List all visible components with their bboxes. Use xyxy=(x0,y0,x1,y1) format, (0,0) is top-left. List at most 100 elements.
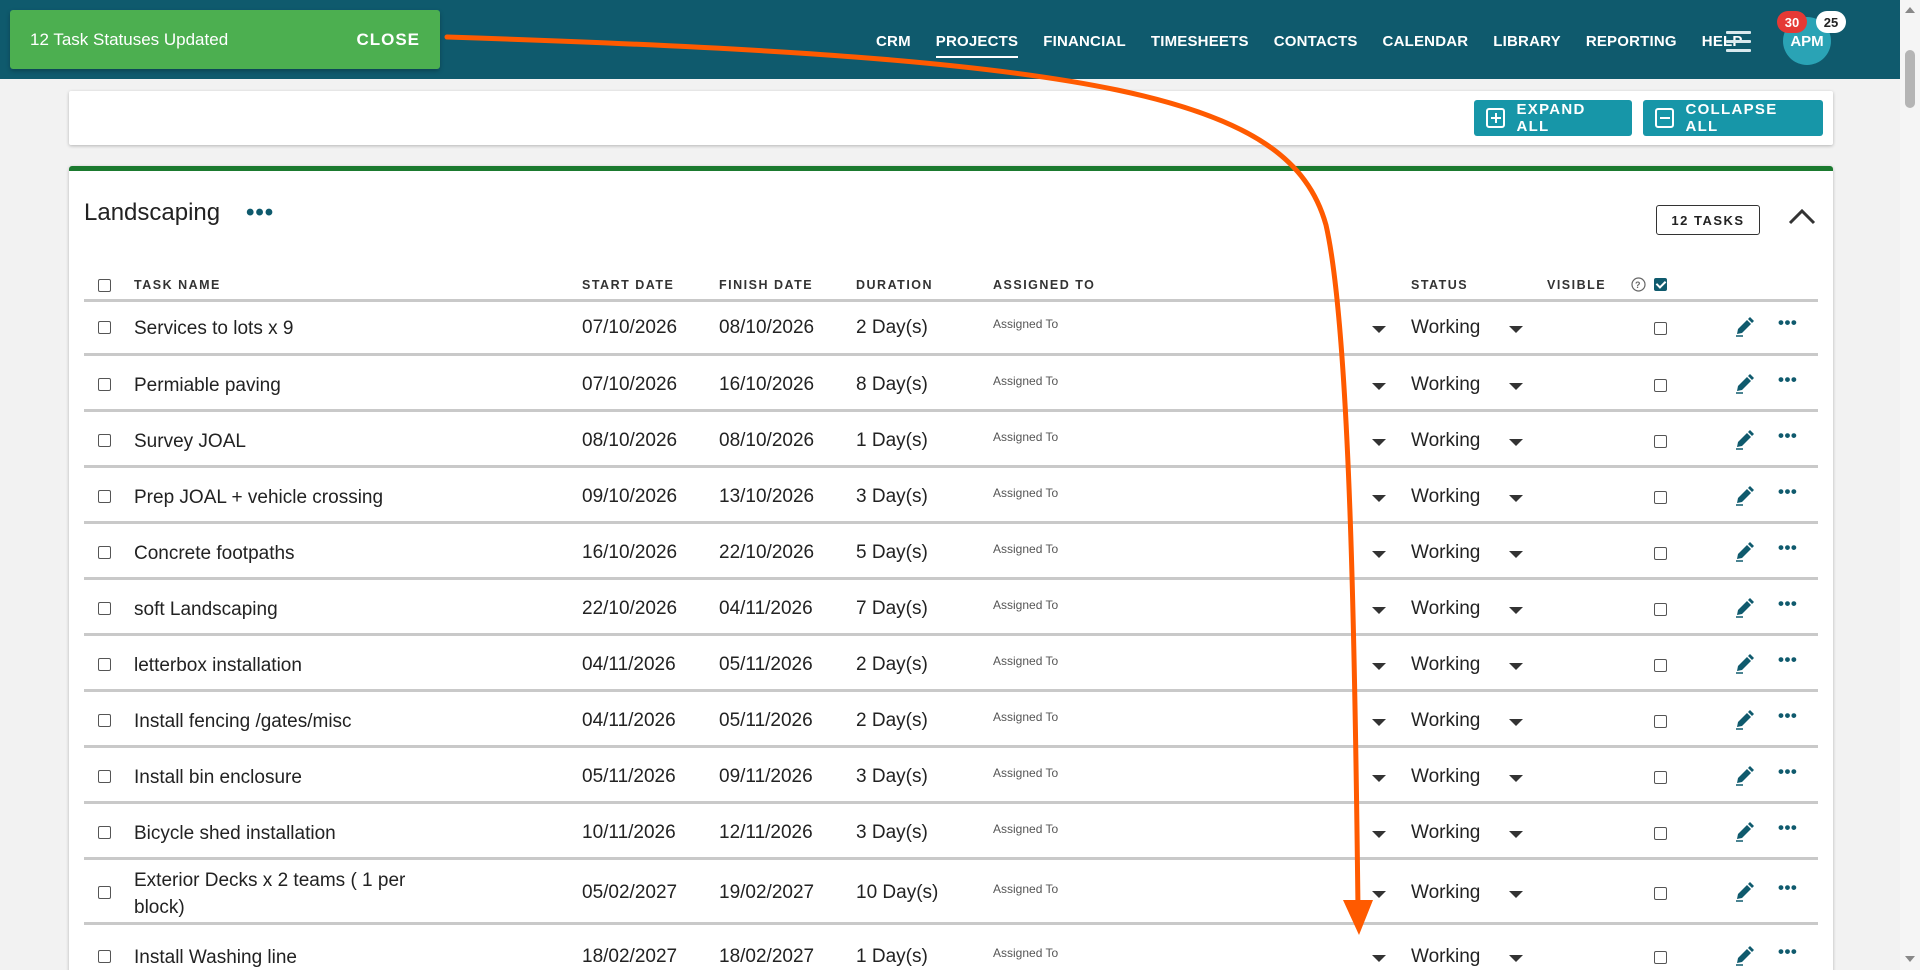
assigned-dropdown-caret-icon[interactable] xyxy=(1372,383,1386,390)
edit-pencil-icon[interactable] xyxy=(1734,822,1754,842)
task-assigned-to[interactable]: Assigned To xyxy=(993,598,1058,612)
task-name[interactable]: Exterior Decks x 2 teams ( 1 per block) xyxy=(134,867,414,921)
toast-close-button[interactable]: CLOSE xyxy=(356,30,420,50)
visible-checkbox[interactable] xyxy=(1654,771,1667,784)
page-scrollbar[interactable] xyxy=(1900,0,1920,970)
nav-item-contacts[interactable]: CONTACTS xyxy=(1274,33,1358,58)
task-name[interactable]: Install bin enclosure xyxy=(134,764,414,791)
scroll-up-arrow-icon[interactable] xyxy=(1905,7,1915,13)
task-assigned-to[interactable]: Assigned To xyxy=(993,374,1058,388)
edit-pencil-icon[interactable] xyxy=(1734,654,1754,674)
task-status[interactable]: Working xyxy=(1411,374,1480,396)
status-dropdown-caret-icon[interactable] xyxy=(1509,955,1523,962)
status-dropdown-caret-icon[interactable] xyxy=(1509,383,1523,390)
task-assigned-to[interactable]: Assigned To xyxy=(993,710,1058,724)
assigned-dropdown-caret-icon[interactable] xyxy=(1372,326,1386,333)
row-checkbox[interactable] xyxy=(98,434,111,447)
assigned-dropdown-caret-icon[interactable] xyxy=(1372,891,1386,898)
row-checkbox[interactable] xyxy=(98,658,111,671)
row-more-options-icon[interactable]: ••• xyxy=(1778,313,1797,333)
row-more-options-icon[interactable]: ••• xyxy=(1778,426,1797,446)
row-more-options-icon[interactable]: ••• xyxy=(1778,370,1797,390)
task-status[interactable]: Working xyxy=(1411,654,1480,676)
help-circle-icon[interactable]: ? xyxy=(1631,277,1646,292)
task-assigned-to[interactable]: Assigned To xyxy=(993,430,1058,444)
edit-pencil-icon[interactable] xyxy=(1734,598,1754,618)
visible-checkbox[interactable] xyxy=(1654,659,1667,672)
edit-pencil-icon[interactable] xyxy=(1734,430,1754,450)
row-more-options-icon[interactable]: ••• xyxy=(1778,538,1797,558)
nav-item-library[interactable]: LIBRARY xyxy=(1493,33,1561,58)
assigned-dropdown-caret-icon[interactable] xyxy=(1372,775,1386,782)
task-assigned-to[interactable]: Assigned To xyxy=(993,654,1058,668)
edit-pencil-icon[interactable] xyxy=(1734,374,1754,394)
visible-checkbox[interactable] xyxy=(1654,603,1667,616)
task-name[interactable]: Install Washing line xyxy=(134,944,414,970)
visible-checkbox[interactable] xyxy=(1654,715,1667,728)
status-dropdown-caret-icon[interactable] xyxy=(1509,551,1523,558)
row-more-options-icon[interactable]: ••• xyxy=(1778,650,1797,670)
nav-item-projects[interactable]: PROJECTS xyxy=(935,33,1019,58)
expand-all-button[interactable]: EXPAND ALL xyxy=(1474,100,1632,136)
status-dropdown-caret-icon[interactable] xyxy=(1509,891,1523,898)
chevron-up-icon[interactable] xyxy=(1787,207,1817,227)
assigned-dropdown-caret-icon[interactable] xyxy=(1372,663,1386,670)
visible-checkbox[interactable] xyxy=(1654,887,1667,900)
row-more-options-icon[interactable]: ••• xyxy=(1778,878,1797,898)
notification-badge-red[interactable]: 30 xyxy=(1777,11,1807,33)
row-checkbox[interactable] xyxy=(98,378,111,391)
task-assigned-to[interactable]: Assigned To xyxy=(993,882,1058,896)
task-status[interactable]: Working xyxy=(1411,766,1480,788)
task-name[interactable]: Bicycle shed installation xyxy=(134,820,414,847)
status-dropdown-caret-icon[interactable] xyxy=(1509,719,1523,726)
edit-pencil-icon[interactable] xyxy=(1734,486,1754,506)
nav-item-crm[interactable]: CRM xyxy=(876,33,911,58)
task-name[interactable]: Services to lots x 9 xyxy=(134,315,414,342)
notification-badge-white[interactable]: 25 xyxy=(1816,11,1846,33)
task-status[interactable]: Working xyxy=(1411,486,1480,508)
edit-pencil-icon[interactable] xyxy=(1734,766,1754,786)
task-status[interactable]: Working xyxy=(1411,710,1480,732)
visible-checkbox[interactable] xyxy=(1654,827,1667,840)
task-status[interactable]: Working xyxy=(1411,822,1480,844)
row-more-options-icon[interactable]: ••• xyxy=(1778,594,1797,614)
assigned-dropdown-caret-icon[interactable] xyxy=(1372,495,1386,502)
nav-item-financial[interactable]: FINANCIAL xyxy=(1043,33,1126,58)
task-assigned-to[interactable]: Assigned To xyxy=(993,946,1058,960)
status-dropdown-caret-icon[interactable] xyxy=(1509,439,1523,446)
task-assigned-to[interactable]: Assigned To xyxy=(993,542,1058,556)
select-all-checkbox[interactable] xyxy=(98,279,111,292)
task-assigned-to[interactable]: Assigned To xyxy=(993,822,1058,836)
task-assigned-to[interactable]: Assigned To xyxy=(993,317,1058,331)
visible-checkbox[interactable] xyxy=(1654,435,1667,448)
status-dropdown-caret-icon[interactable] xyxy=(1509,775,1523,782)
assigned-dropdown-caret-icon[interactable] xyxy=(1372,831,1386,838)
task-name[interactable]: Concrete footpaths xyxy=(134,540,414,567)
task-assigned-to[interactable]: Assigned To xyxy=(993,486,1058,500)
collapse-all-button[interactable]: COLLAPSE ALL xyxy=(1643,100,1823,136)
edit-pencil-icon[interactable] xyxy=(1734,317,1754,337)
row-checkbox[interactable] xyxy=(98,950,111,963)
edit-pencil-icon[interactable] xyxy=(1734,946,1754,966)
edit-pencil-icon[interactable] xyxy=(1734,882,1754,902)
row-more-options-icon[interactable]: ••• xyxy=(1778,482,1797,502)
row-more-options-icon[interactable]: ••• xyxy=(1778,706,1797,726)
scroll-thumb[interactable] xyxy=(1905,50,1915,108)
row-checkbox[interactable] xyxy=(98,490,111,503)
status-dropdown-caret-icon[interactable] xyxy=(1509,663,1523,670)
task-name[interactable]: Prep JOAL + vehicle crossing xyxy=(134,484,414,511)
task-status[interactable]: Working xyxy=(1411,542,1480,564)
visible-checkbox[interactable] xyxy=(1654,547,1667,560)
row-more-options-icon[interactable]: ••• xyxy=(1778,942,1797,962)
nav-item-timesheets[interactable]: TIMESHEETS xyxy=(1151,33,1249,58)
status-dropdown-caret-icon[interactable] xyxy=(1509,831,1523,838)
row-checkbox[interactable] xyxy=(98,714,111,727)
assigned-dropdown-caret-icon[interactable] xyxy=(1372,607,1386,614)
nav-item-calendar[interactable]: CALENDAR xyxy=(1383,33,1469,58)
status-dropdown-caret-icon[interactable] xyxy=(1509,607,1523,614)
task-name[interactable]: Permiable paving xyxy=(134,372,414,399)
row-checkbox[interactable] xyxy=(98,770,111,783)
hamburger-menu-icon[interactable] xyxy=(1726,31,1751,52)
visible-checkbox[interactable] xyxy=(1654,322,1667,335)
visible-all-checkbox[interactable] xyxy=(1654,278,1667,291)
